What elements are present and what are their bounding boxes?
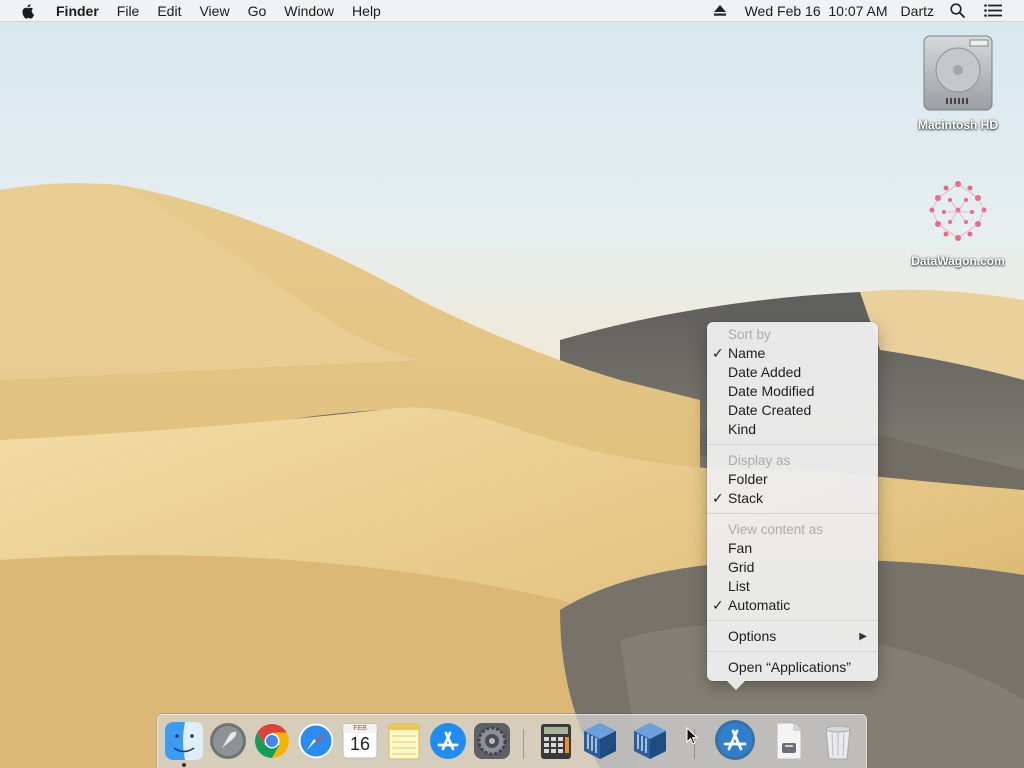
menu-separator xyxy=(707,513,878,514)
menu-file[interactable]: File xyxy=(108,0,149,21)
trash-icon[interactable] xyxy=(818,721,858,761)
menu-separator xyxy=(707,620,878,621)
calendar-icon[interactable]: FEB 16 xyxy=(340,721,380,761)
menu-item-sort-date-modified[interactable]: Date Modified xyxy=(707,382,878,401)
menu-user[interactable]: Dartz xyxy=(895,0,943,21)
menu-go[interactable]: Go xyxy=(239,0,276,21)
menu-window[interactable]: Window xyxy=(275,0,343,21)
running-indicator xyxy=(182,763,186,767)
eject-icon[interactable] xyxy=(707,0,738,21)
menu-item-display-stack[interactable]: ✓ Stack xyxy=(707,489,878,508)
menu-item-label: Stack xyxy=(728,490,764,506)
menu-item-label: Date Added xyxy=(728,364,802,380)
desktop-icon-macintosh-hd[interactable]: Macintosh HD xyxy=(903,32,1013,132)
virtualbox-icon[interactable] xyxy=(580,721,620,761)
control-center-list-icon[interactable] xyxy=(977,0,1024,21)
menu-item-label: Kind xyxy=(728,421,757,437)
menu-item-sort-name[interactable]: ✓ Name xyxy=(707,344,878,363)
apple-logo-icon xyxy=(22,3,34,19)
menu-item-label: Date Created xyxy=(728,402,812,418)
notes-icon[interactable] xyxy=(384,721,424,761)
menu-item-label: Open “Applications” xyxy=(728,659,851,675)
desktop-icon-label: DataWagon.com xyxy=(911,254,1005,268)
menu-item-label: Fan xyxy=(728,540,753,556)
applications-folder-icon[interactable] xyxy=(713,718,757,762)
menu-item-label: Date Modified xyxy=(728,383,815,399)
app-store-icon[interactable] xyxy=(428,721,468,761)
mouse-pointer-icon xyxy=(686,726,699,748)
menu-item-label: Name xyxy=(728,345,766,361)
apple-menu-icon[interactable] xyxy=(0,0,47,21)
menu-item-view-list[interactable]: List xyxy=(707,577,878,596)
menu-item-label: List xyxy=(728,578,750,594)
submenu-arrow-icon: ▶ xyxy=(859,631,867,642)
menu-item-view-fan[interactable]: Fan xyxy=(707,539,878,558)
menu-bar: Finder File Edit View Go Window Help Wed… xyxy=(0,0,1024,22)
calendar-month: FEB xyxy=(353,725,367,732)
menu-section-header-sort-by: Sort by xyxy=(728,327,771,342)
datawagon-logo-icon xyxy=(920,172,996,248)
desktop-icon-label: Macintosh HD xyxy=(917,118,998,132)
menu-help[interactable]: Help xyxy=(343,0,390,21)
menu-item-sort-date-added[interactable]: Date Added xyxy=(707,363,878,382)
menu-separator xyxy=(707,444,878,445)
menu-separator xyxy=(707,651,878,652)
menu-item-sort-date-created[interactable]: Date Created xyxy=(707,401,878,420)
menu-item-label: Options xyxy=(728,628,777,644)
launchpad-icon[interactable] xyxy=(208,721,248,761)
checkmark-icon: ✓ xyxy=(712,490,724,506)
calculator-icon[interactable] xyxy=(536,721,576,761)
system-preferences-icon[interactable] xyxy=(472,721,512,761)
calendar-day: 16 xyxy=(349,734,371,754)
menu-item-open-applications[interactable]: Open “Applications” xyxy=(707,658,878,677)
desktop-icon-datawagon[interactable]: DataWagon.com xyxy=(903,172,1013,268)
menu-item-display-folder[interactable]: Folder xyxy=(707,470,878,489)
dock-stack-context-menu: Sort by ✓ Name Date Added Date Modified … xyxy=(707,322,878,690)
menu-item-view-automatic[interactable]: ✓ Automatic xyxy=(707,596,878,615)
menu-item-options[interactable]: Options ▶ xyxy=(707,627,878,646)
menu-app-name[interactable]: Finder xyxy=(47,0,108,21)
menu-item-label: Folder xyxy=(728,471,768,487)
search-icon[interactable] xyxy=(943,0,977,21)
menu-item-label: Grid xyxy=(728,559,755,575)
hard-drive-icon xyxy=(920,32,996,112)
menu-clock[interactable]: Wed Feb 16 10:07 AM xyxy=(738,0,895,21)
chrome-icon[interactable] xyxy=(252,721,292,761)
menu-view[interactable]: View xyxy=(190,0,238,21)
dock: FEB 16 xyxy=(157,714,867,768)
checkmark-icon: ✓ xyxy=(712,597,724,613)
safari-icon[interactable] xyxy=(296,721,336,761)
menu-item-view-grid[interactable]: Grid xyxy=(707,558,878,577)
menu-item-sort-kind[interactable]: Kind xyxy=(707,420,878,439)
finder-icon[interactable] xyxy=(164,721,204,761)
dock-separator xyxy=(523,729,524,759)
checkmark-icon: ✓ xyxy=(712,345,724,361)
menu-item-label: Automatic xyxy=(728,597,791,613)
menu-edit[interactable]: Edit xyxy=(148,0,190,21)
virtualbox-icon[interactable] xyxy=(630,721,670,761)
document-icon[interactable] xyxy=(768,721,808,761)
menu-section-header-display-as: Display as xyxy=(728,453,791,468)
menu-section-header-view-content-as: View content as xyxy=(728,522,824,537)
